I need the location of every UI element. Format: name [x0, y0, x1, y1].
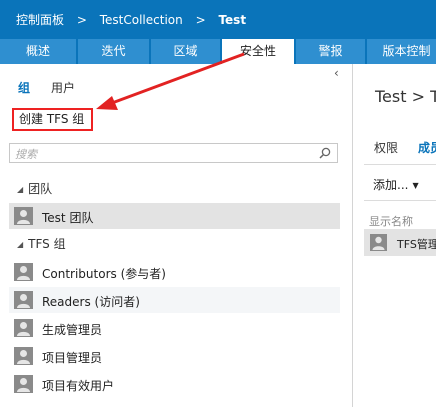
group-row[interactable]: 项目管理员 [9, 343, 340, 369]
tab-areas[interactable]: 区域 [151, 39, 221, 64]
section-teams-label: 团队 [28, 182, 53, 196]
column-header-display-name[interactable]: 显示名称 [369, 213, 413, 229]
group-row[interactable]: 项目有效用户 [9, 371, 340, 397]
breadcrumb-collection[interactable]: TestCollection [100, 13, 183, 27]
tab-iterations[interactable]: 迭代 [78, 39, 150, 64]
team-row[interactable]: Test 团队 [9, 203, 340, 229]
group-row-label: Readers (访问者) [42, 295, 140, 309]
member-row-label: TFS管理 [397, 238, 436, 251]
group-avatar-icon [14, 291, 33, 309]
dropdown-caret-icon: ▼ [412, 181, 419, 190]
user-avatar-icon [370, 234, 387, 251]
group-row-label: Contributors (参与者) [42, 267, 166, 281]
group-row-label: 项目有效用户 [42, 379, 115, 393]
breadcrumb-project[interactable]: Test [218, 13, 246, 27]
group-avatar-icon [14, 375, 33, 393]
section-tfs-groups-label: TFS 组 [28, 237, 66, 251]
tab-permissions[interactable]: 权限 [374, 139, 398, 156]
search-box[interactable]: 搜索 [9, 143, 338, 163]
search-icon[interactable] [319, 147, 331, 159]
tab-security[interactable]: 安全性 [222, 39, 295, 64]
member-row[interactable]: TFS管理 [364, 229, 436, 256]
group-row[interactable]: Contributors (参与者) [9, 259, 340, 285]
group-row-label: 项目管理员 [42, 351, 103, 365]
tab-overview[interactable]: 概述 [0, 39, 77, 64]
search-input[interactable]: 搜索 [15, 146, 37, 162]
add-member-label: 添加... [373, 178, 409, 192]
group-row-label: 生成管理员 [42, 323, 103, 337]
breadcrumb-separator: > [195, 13, 206, 27]
section-teams[interactable]: ◢ 团队 [17, 180, 52, 197]
group-avatar-icon [14, 207, 33, 225]
tab-strip: 概述 迭代 区域 安全性 警报 版本控制 [0, 39, 436, 64]
expand-triangle-icon[interactable]: ◢ [17, 240, 23, 249]
expand-triangle-icon[interactable]: ◢ [17, 185, 23, 194]
tab-version-control[interactable]: 版本控制 [367, 39, 436, 64]
top-header-bar: 控制面板 > TestCollection > Test [0, 0, 436, 39]
subtab-groups[interactable]: 组 [18, 79, 30, 96]
collapse-chevron-icon[interactable]: ‹ [334, 66, 339, 80]
group-avatar-icon [14, 263, 33, 281]
team-row-label: Test 团队 [42, 211, 94, 225]
tab-alerts[interactable]: 警报 [296, 39, 366, 64]
group-row[interactable]: Readers (访问者) [9, 287, 340, 313]
pane-divider[interactable] [352, 64, 353, 407]
section-tfs-groups[interactable]: ◢ TFS 组 [17, 235, 66, 252]
group-avatar-icon [14, 319, 33, 337]
group-row[interactable]: 生成管理员 [9, 315, 340, 341]
create-tfs-group-button[interactable]: 创建 TFS 组 [12, 108, 93, 131]
group-detail-title: Test > T [375, 87, 436, 106]
breadcrumb-separator: > [76, 13, 87, 27]
subtab-users[interactable]: 用户 [51, 79, 75, 96]
breadcrumb: 控制面板 > TestCollection > Test [16, 11, 246, 28]
tab-members[interactable]: 成员 [418, 139, 436, 156]
divider [364, 200, 436, 201]
group-avatar-icon [14, 347, 33, 365]
add-member-button[interactable]: 添加... ▼ [373, 176, 419, 193]
breadcrumb-control-panel[interactable]: 控制面板 [16, 11, 64, 28]
divider [364, 164, 436, 165]
